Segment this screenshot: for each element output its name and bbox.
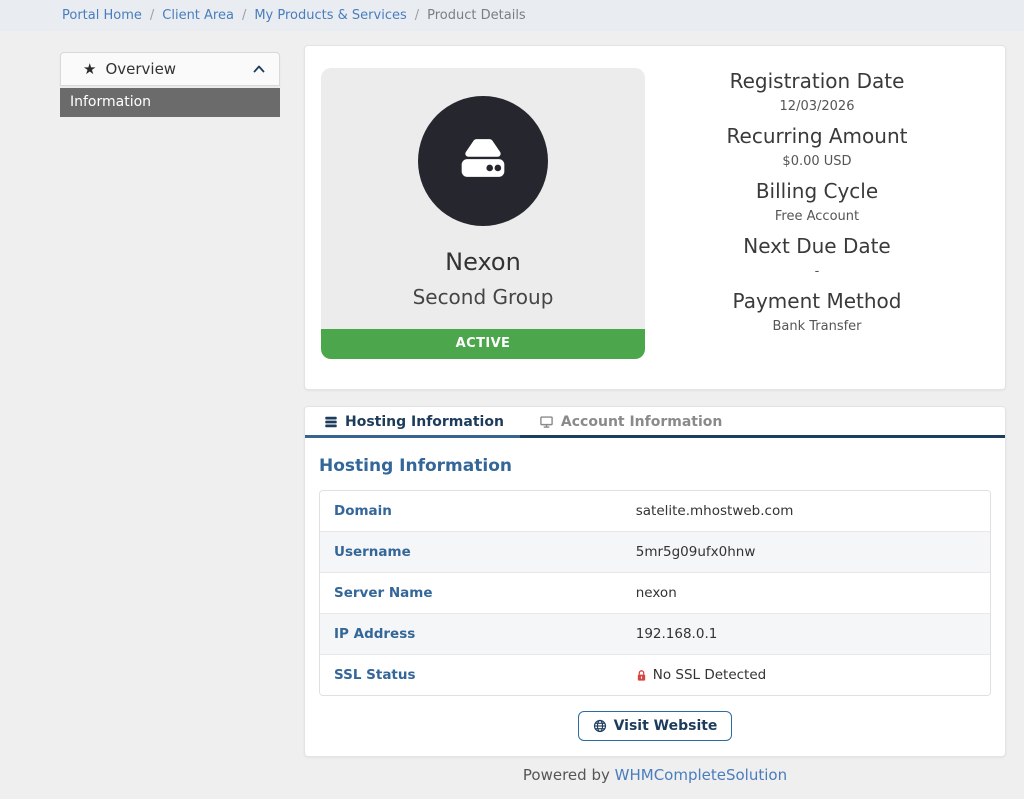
row-label: Username (334, 544, 411, 560)
chevron-up-icon (253, 65, 265, 73)
ssl-status-text: No SSL Detected (652, 667, 767, 683)
tab-account-information[interactable]: Account Information (520, 407, 738, 435)
breadcrumb-separator: / (241, 8, 247, 23)
detail-value: Bank Transfer (772, 319, 862, 334)
row-label: Server Name (334, 585, 433, 601)
detail-value: Free Account (774, 209, 860, 224)
breadcrumb-link-client-area[interactable]: Client Area (162, 8, 234, 23)
visit-website-label: Visit Website (613, 718, 718, 734)
product-card: Nexon Second Group ACTIVE (321, 68, 645, 359)
hosting-info-table: Domain satelite.mhostweb.com Username 5m… (319, 490, 991, 696)
monitor-icon (539, 415, 554, 429)
button-area: Visit Website (319, 696, 991, 750)
summary-details: Registration Date 12/03/2026 Recurring A… (645, 68, 989, 359)
main-content: Nexon Second Group ACTIVE Registration D… (304, 45, 1006, 784)
detail-label: Registration Date (729, 69, 905, 93)
breadcrumb-separator: / (414, 8, 420, 23)
row-value: 5mr5g09ufx0hnw (635, 544, 756, 560)
row-label: IP Address (334, 626, 416, 642)
detail-value: $0.00 USD (782, 154, 852, 169)
detail-label: Recurring Amount (726, 124, 908, 148)
tab-label: Hosting Information (345, 414, 504, 430)
detail-label: Payment Method (732, 289, 902, 313)
section-title: Hosting Information (319, 456, 512, 476)
visit-website-button[interactable]: Visit Website (577, 711, 733, 741)
tab-label: Account Information (560, 414, 723, 430)
product-summary-panel: Nexon Second Group ACTIVE Registration D… (304, 45, 1006, 390)
star-icon: ★ (83, 59, 97, 78)
sidebar-overview-label: Overview (105, 60, 177, 78)
information-panel: Hosting Information Account Information (304, 406, 1006, 757)
detail-label: Billing Cycle (755, 179, 879, 203)
row-label: Domain (334, 503, 392, 519)
row-value: No SSL Detected (636, 667, 767, 683)
product-name: Nexon (445, 248, 521, 276)
detail-value: - (814, 264, 820, 279)
product-group: Second Group (412, 285, 554, 309)
lock-icon (636, 669, 647, 682)
globe-icon (593, 719, 607, 733)
footer: Powered by WHMCompleteSolution (304, 766, 1006, 784)
table-row-server-name: Server Name nexon (320, 572, 990, 613)
status-badge: ACTIVE (321, 329, 645, 359)
table-row-domain: Domain satelite.mhostweb.com (320, 491, 990, 531)
table-row-username: Username 5mr5g09ufx0hnw (320, 531, 990, 572)
table-row-ip-address: IP Address 192.168.0.1 (320, 613, 990, 654)
sidebar: ★ Overview Information (60, 52, 280, 784)
whmcs-link[interactable]: WHMCompleteSolution (615, 766, 787, 784)
detail-value: 12/03/2026 (779, 99, 855, 114)
row-value: nexon (635, 585, 677, 601)
product-details-page: Portal Home / Client Area / My Products … (0, 0, 1024, 799)
detail-label: Next Due Date (743, 234, 891, 258)
server-icon (324, 415, 338, 429)
product-card-body: Nexon Second Group (321, 68, 645, 329)
hosting-information-section: Hosting Information Domain satelite.mhos… (305, 456, 1005, 756)
powered-by-text: Powered by (522, 766, 610, 784)
sidebar-overview-header[interactable]: ★ Overview (60, 52, 280, 86)
row-value: satelite.mhostweb.com (635, 503, 794, 519)
table-row-ssl-status: SSL Status No SSL Detected (320, 654, 990, 695)
tab-bar: Hosting Information Account Information (305, 407, 1005, 438)
sidebar-item-information[interactable]: Information (60, 88, 280, 117)
breadcrumb: Portal Home / Client Area / My Products … (0, 0, 1024, 31)
tab-hosting-information[interactable]: Hosting Information (305, 407, 520, 438)
row-value: 192.168.0.1 (635, 626, 718, 642)
breadcrumb-separator: / (149, 8, 155, 23)
breadcrumb-link-portal-home[interactable]: Portal Home (62, 8, 142, 23)
breadcrumb-current: Product Details (427, 8, 526, 23)
row-label: SSL Status (334, 667, 416, 683)
breadcrumb-link-my-products[interactable]: My Products & Services (254, 8, 406, 23)
hard-drive-icon (418, 96, 548, 226)
